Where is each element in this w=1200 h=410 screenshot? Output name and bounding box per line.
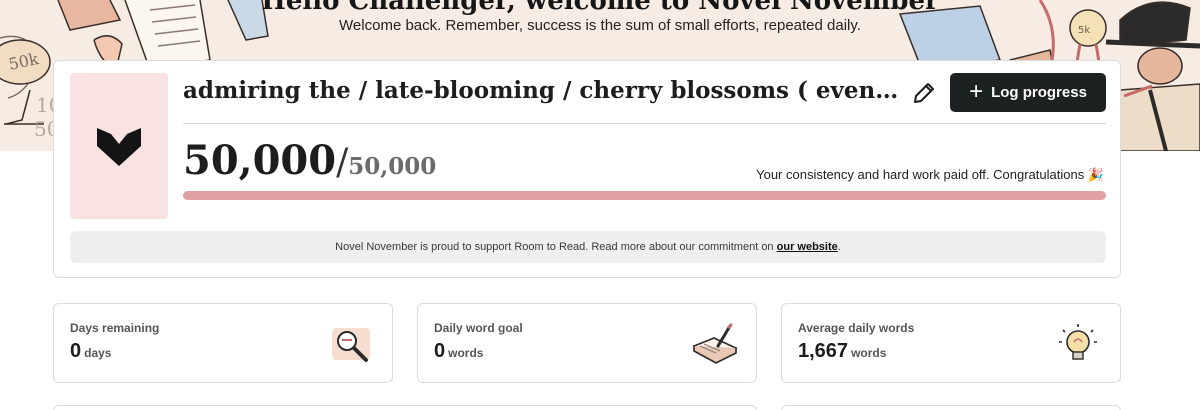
stat-unit: words [448,346,484,360]
log-progress-button[interactable]: + Log progress [950,73,1106,112]
lightbulb-icon [1059,324,1097,360]
edit-title-button[interactable] [911,80,937,106]
project-card: admiring the / late-blooming / cherry bl… [53,60,1121,278]
book-heart-icon [97,128,141,166]
notice-link[interactable]: our website [777,241,838,253]
progress-fill [183,191,1106,200]
goal-word-count: 50,000 [348,153,437,180]
project-title: admiring the / late-blooming / cherry bl… [183,77,905,104]
card-stub [53,405,757,410]
charity-notice: Novel November is proud to support Room … [70,231,1106,263]
stat-value: 0 [434,340,446,362]
stat-unit: days [84,346,112,360]
divider [183,123,1106,124]
notice-text: Novel November is proud to support Room … [335,241,774,253]
page-subtitle: Welcome back. Remember, success is the s… [339,17,861,34]
notice-suffix: . [837,241,841,253]
stat-label: Daily word goal [434,321,523,335]
stat-unit: words [851,346,887,360]
page-title: Hello Challenger, welcome to Novel Novem… [261,0,939,16]
notebook-pen-icon [692,322,738,364]
word-count: 50,000/50,000 [183,137,436,184]
stat-card-average-daily-words: Average daily words 1,667 words [781,303,1121,383]
stat-value: 0 [70,340,82,362]
magnifier-icon [332,328,370,362]
stat-label: Average daily words [798,321,915,335]
congrats-message: Your consistency and hard work paid off.… [756,167,1104,182]
project-cover [70,73,168,219]
stat-value: 1,667 [798,340,849,362]
current-word-count: 50,000 [183,137,337,184]
card-stub [781,405,1121,410]
progress-bar [183,191,1106,200]
log-progress-label: Log progress [991,84,1087,101]
pencil-icon [914,83,934,103]
stat-label: Days remaining [70,321,160,335]
stat-card-days-remaining: Days remaining 0 days [53,303,393,383]
stat-card-daily-word-goal: Daily word goal 0 words [417,303,757,383]
plus-icon: + [969,77,984,105]
count-separator: / [336,142,349,183]
